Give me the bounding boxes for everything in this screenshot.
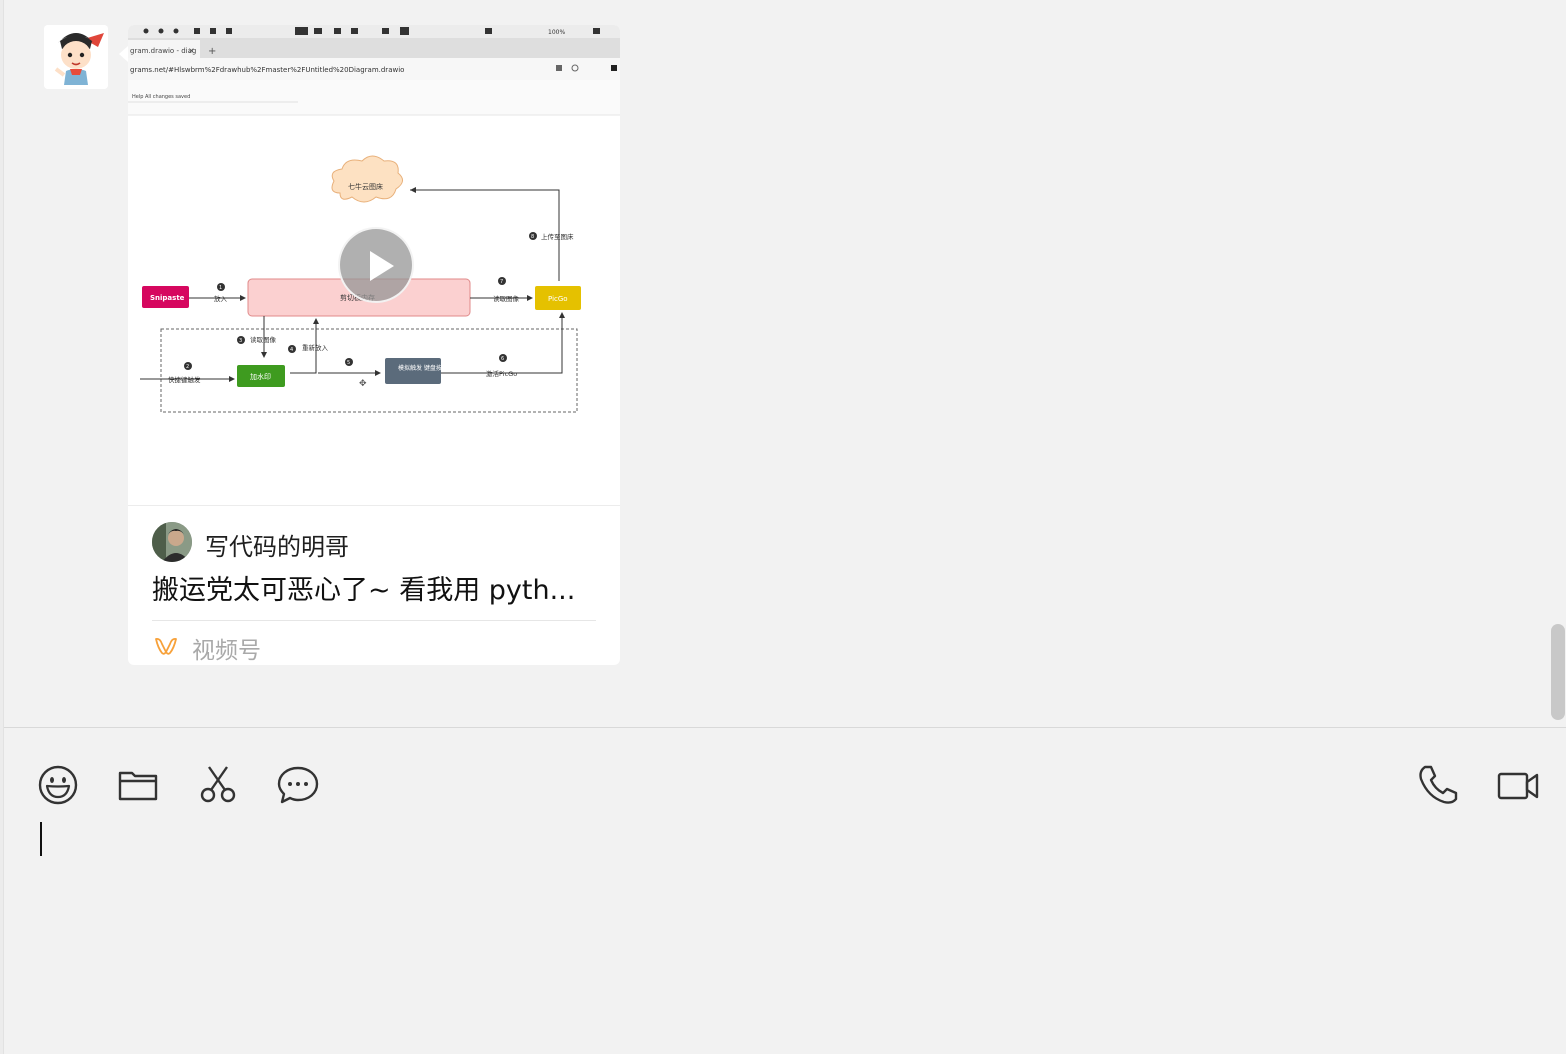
node-cloud: 七牛云图床: [348, 182, 383, 191]
window-edge: [0, 0, 4, 1054]
composer-divider: [4, 727, 1566, 728]
thumb-menu: Help All changes saved: [132, 94, 190, 100]
thumb-browser-tab: gram.drawio - diag: [130, 47, 196, 55]
video-call-button[interactable]: [1495, 762, 1541, 808]
edge-e8: 上传至图床: [541, 232, 574, 241]
author-photo-icon: [152, 522, 192, 562]
bubble-arrow: [119, 46, 128, 62]
thumb-step-1: 1: [219, 285, 222, 291]
thumb-step-5: 5: [347, 360, 350, 366]
video-card-info: 写代码的明哥 搬运党太可恶心了~ 看我用 pyth... 视频号: [128, 505, 620, 665]
thumb-step-4: 4: [290, 347, 293, 353]
node-watermark: 加水印: [250, 372, 271, 381]
svg-text:×: ×: [188, 46, 195, 55]
video-card[interactable]: 100% gram.drawio - diag × + grams.net/#H…: [128, 25, 620, 665]
edge-e7: 读取图像: [493, 294, 520, 303]
sender-avatar[interactable]: [44, 25, 108, 89]
thumb-step-3: 3: [239, 338, 242, 344]
phone-icon: [1419, 765, 1458, 804]
emoji-button[interactable]: [35, 762, 81, 808]
edge-e1: 放入: [214, 294, 228, 303]
edge-e3: 读取图像: [250, 335, 277, 344]
file-button[interactable]: [115, 762, 161, 808]
thumb-url: grams.net/#Hlswbrm%2Fdrawhub%2Fmaster%2F…: [130, 66, 404, 74]
channel-name: 视频号: [192, 638, 261, 664]
author-name[interactable]: 写代码的明哥: [205, 527, 349, 562]
svg-text:✥: ✥: [359, 379, 367, 389]
edge-e2: 快捷键触发: [168, 375, 201, 384]
node-simulate: 模拟触发 键盘按键: [398, 364, 448, 372]
node-snipaste: Snipaste: [150, 294, 185, 302]
svg-text:+: +: [208, 46, 216, 57]
message-input[interactable]: [30, 815, 1530, 1045]
emoji-icon: [38, 765, 78, 805]
folder-icon: [118, 771, 158, 801]
voice-call-button[interactable]: [1415, 762, 1461, 808]
play-button[interactable]: [338, 227, 414, 303]
edge-e4: 重新放入: [302, 343, 329, 352]
svg-text:100%: 100%: [548, 29, 565, 36]
scrollbar-thumb[interactable]: [1551, 624, 1565, 720]
chat-bubble-icon: [277, 766, 319, 804]
cartoon-avatar-icon: [44, 25, 108, 89]
edge-e6: 激活PicGo: [486, 369, 517, 378]
screenshot-button[interactable]: [195, 762, 241, 808]
chat-window: 100% gram.drawio - diag × + grams.net/#H…: [0, 0, 1566, 1054]
channels-logo-icon: [154, 634, 178, 658]
video-camera-icon: [1497, 772, 1539, 800]
thumb-step-8: 8: [531, 234, 534, 240]
author-avatar: [152, 522, 192, 562]
video-thumbnail[interactable]: 100% gram.drawio - diag × + grams.net/#H…: [128, 25, 620, 505]
scissors-icon: [200, 766, 236, 803]
thumb-step-2: 2: [186, 364, 189, 370]
thumb-step-7: 7: [500, 279, 503, 285]
node-picgo: PicGo: [548, 295, 568, 303]
card-divider: [152, 620, 596, 621]
video-title: 搬运党太可恶心了~ 看我用 pyth...: [152, 575, 576, 606]
chat-history-button[interactable]: [275, 762, 321, 808]
thumb-step-6: 6: [501, 356, 504, 362]
